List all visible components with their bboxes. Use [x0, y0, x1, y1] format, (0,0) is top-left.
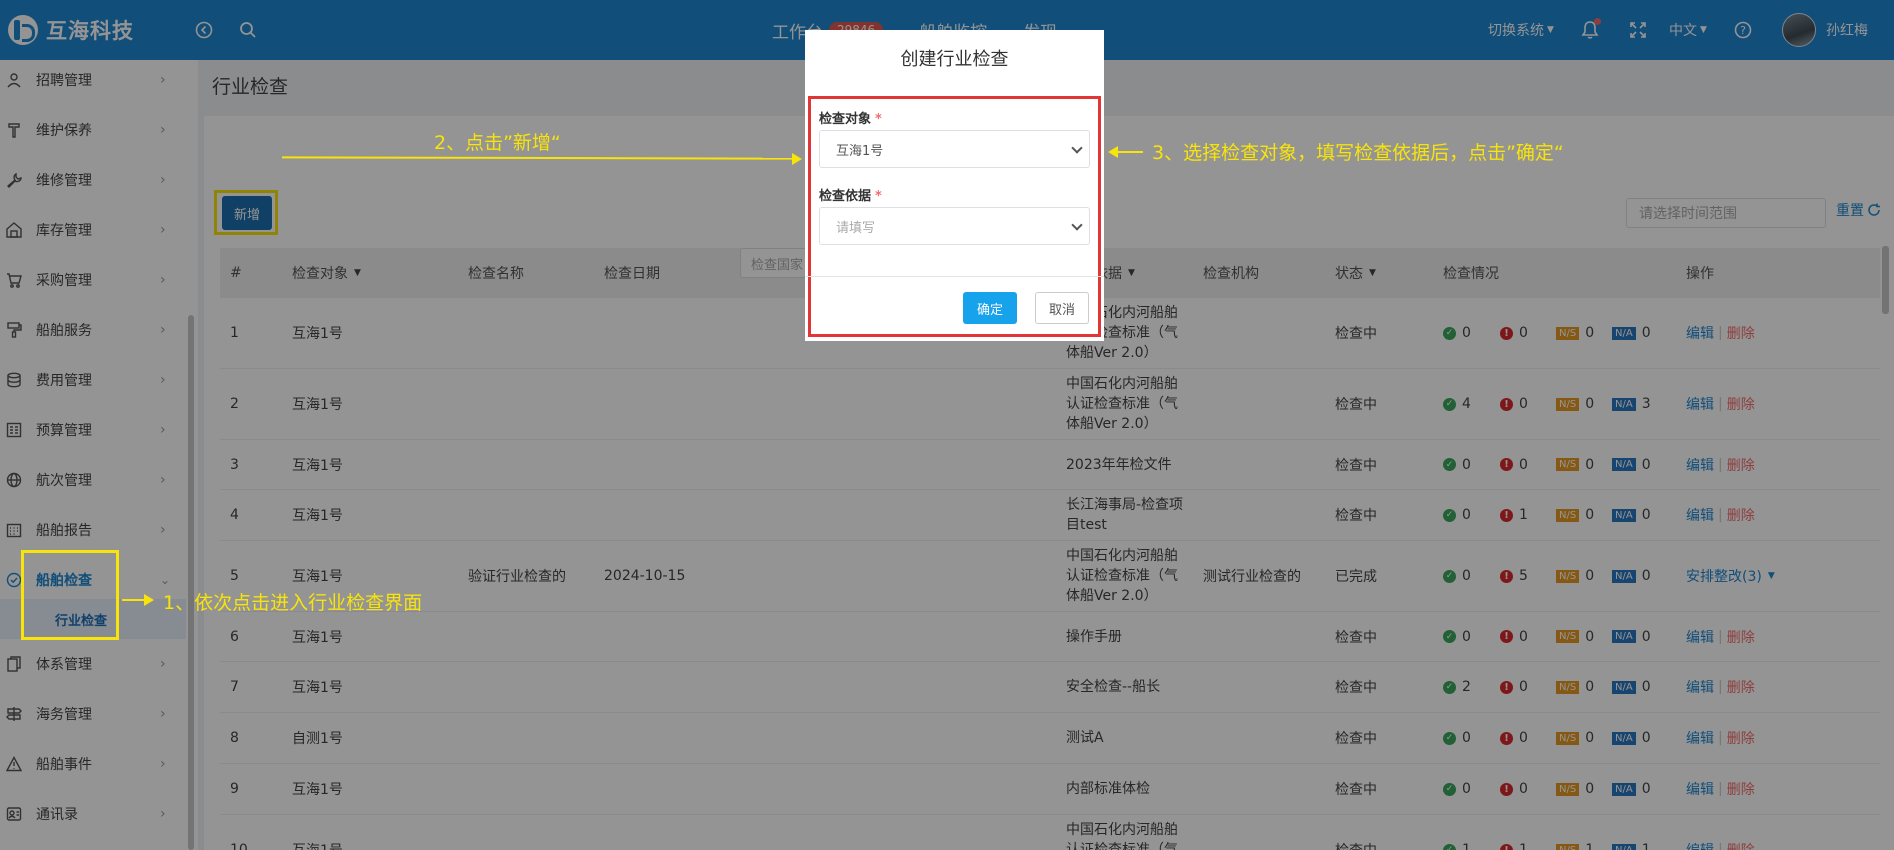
step1-arrow-head: [144, 594, 154, 606]
required-mark: *: [875, 189, 882, 204]
create-inspection-dialog: 创建行业检查 检查对象 * 互海1号 检查依据 * 请填写 确定 取消: [805, 30, 1104, 341]
confirm-button[interactable]: 确定: [963, 292, 1017, 324]
step3-annotation: 3、选择检查对象，填写检查依据后，点击”确定“: [1152, 142, 1564, 164]
dialog-title: 创建行业检查: [900, 49, 1009, 70]
basis-field-label-text: 检查依据: [819, 189, 872, 204]
basis-field-label: 检查依据 *: [819, 185, 882, 204]
basis-select-placeholder: 请填写: [836, 220, 876, 236]
target-field-label: 检查对象 *: [819, 108, 882, 127]
step2-arrow-head: [792, 153, 802, 165]
step2-annotation: 2、点击”新增“: [434, 132, 561, 154]
step3-arrow: [1117, 151, 1143, 153]
target-select[interactable]: 互海1号: [819, 130, 1090, 168]
cancel-button[interactable]: 取消: [1035, 292, 1089, 324]
target-field-label-text: 检查对象: [819, 112, 872, 127]
step1-annotation: 1、依次点击进入行业检查界面: [163, 592, 423, 614]
chevron-down-icon: [1071, 142, 1083, 154]
chevron-down-icon: [1071, 219, 1083, 231]
step1-arrow: [122, 599, 146, 601]
basis-select[interactable]: 请填写: [819, 207, 1090, 245]
dialog-divider: [805, 276, 1104, 277]
target-select-value: 互海1号: [836, 143, 884, 159]
sidebar-highlight: [21, 550, 119, 640]
required-mark: *: [875, 112, 882, 127]
